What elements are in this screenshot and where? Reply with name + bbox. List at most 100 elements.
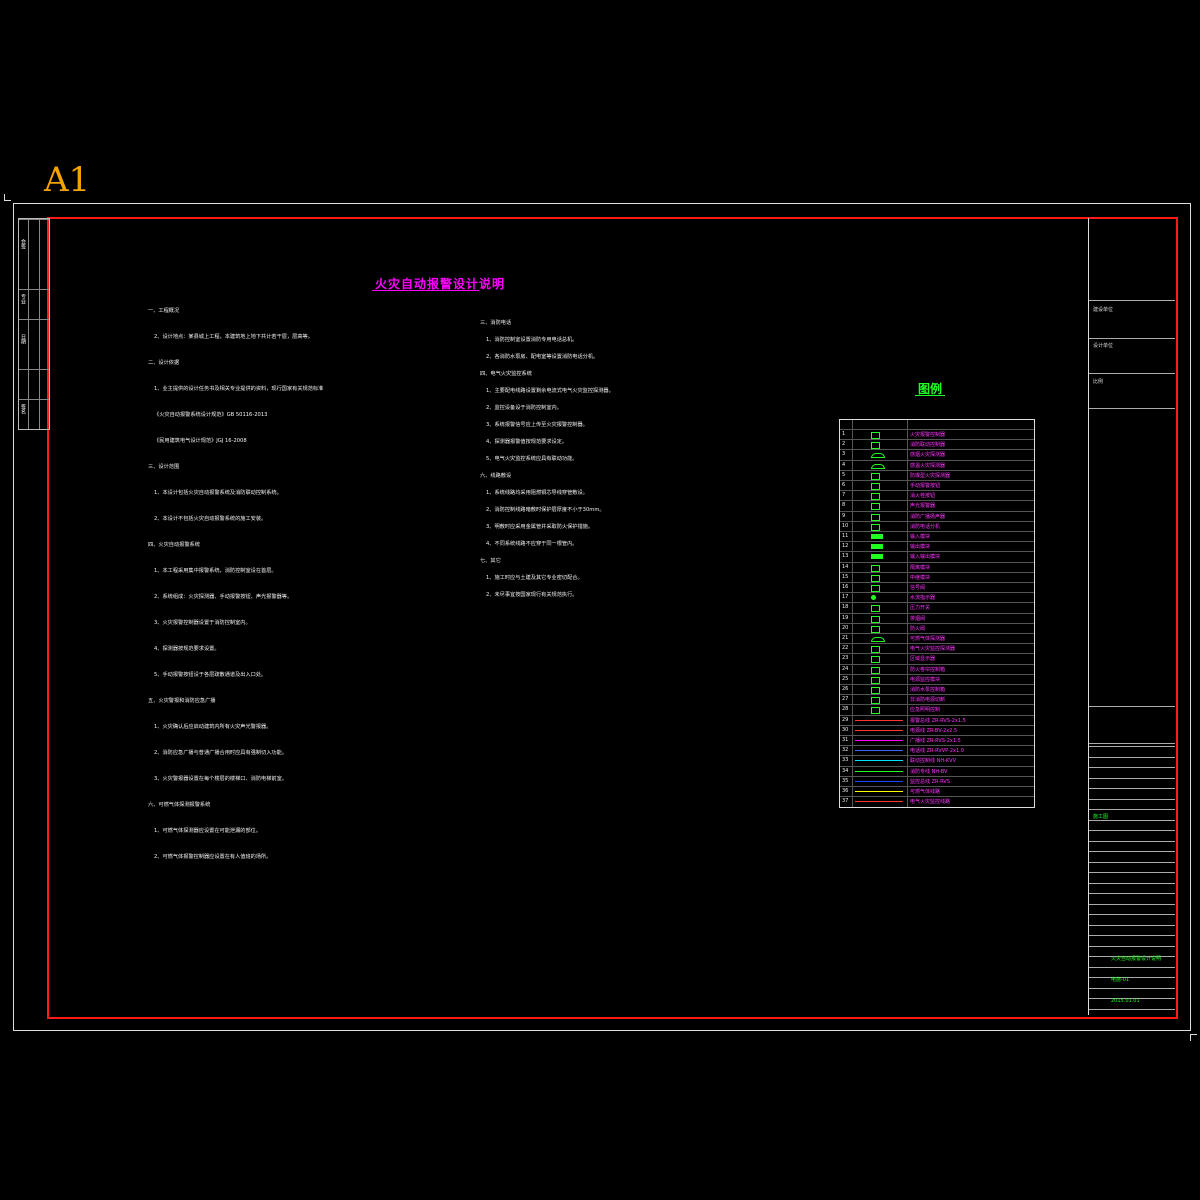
signoff-strip: 会签 专业 日期 签名 (18, 218, 50, 430)
legend-symbol-icon (871, 564, 880, 572)
legend-number: 4 (842, 461, 846, 468)
legend-row: 24 防火卷帘控制箱 (840, 663, 1034, 675)
legend-row: 17 水流指示器 (840, 592, 1034, 603)
legend-row: 6 手动报警按钮 (840, 480, 1034, 491)
note-line: 四、电气火灾监控系统 (480, 371, 532, 377)
legend-row: 36 可燃气体线路 (840, 786, 1034, 797)
note-line: 1、本设计包括火灾自动报警系统及消防联动控制系统。 (154, 490, 282, 496)
legend-symbol-icon (871, 432, 880, 439)
legend-number: 16 (842, 584, 849, 590)
legend-number: 26 (842, 686, 849, 692)
note-line: 1、施工时应与土建及其它专业密切配合。 (486, 575, 583, 581)
legend-number: 15 (842, 573, 849, 580)
legend-description: 防火阀 (910, 625, 926, 632)
legend-description: 消防水泵控制箱 (910, 687, 946, 693)
legend-row: 15 中继模块 (840, 571, 1034, 583)
note-line: 1、本工程采用集中报警系统，消防控制室设在首层。 (154, 568, 277, 574)
legend-row: 4 感温火灾探测器 (840, 459, 1034, 471)
legend-row: 9 消防广播扬声器 (840, 510, 1034, 522)
legend-row: 37 电气火灾监控线路 (840, 796, 1034, 807)
legend-description: 非消防电源切断 (910, 697, 946, 704)
legend-description: 消火栓按钮 (910, 493, 936, 500)
note-line: 2、消防应急广播与普通广播合用时应具有强制切入功能。 (154, 750, 287, 756)
legend-number: 37 (842, 798, 849, 805)
legend-symbol-icon (871, 463, 885, 469)
corner-mark (4, 194, 11, 201)
legend-symbol-icon (871, 523, 880, 531)
legend-row: 30 电源线 ZR-BV-2x2.5 (840, 724, 1034, 736)
notes-column-1: 一、工程概况 2、设计地点：某县城上工程，本建筑地上地下共计若干层，层高等。 二、设… (148, 308, 448, 908)
legend-symbol-icon (871, 453, 885, 459)
legend-description: 电源线 ZR-BV-2x2.5 (910, 727, 958, 734)
legend-row: 35 监控总线 ZR-RVS (840, 775, 1034, 787)
legend-description: 排烟阀 (910, 615, 926, 622)
legend-description: 电话线 ZR-RVVP-2x1.0 (910, 748, 964, 755)
legend-description: 火灾报警控制器 (910, 432, 946, 438)
note-line: 1、火灾确认后应启动建筑内所有火灾声光警报器。 (154, 724, 272, 730)
legend-symbol-icon (855, 791, 903, 792)
stage-label: 施工图 (1093, 814, 1109, 820)
legend-symbol-icon (855, 729, 903, 731)
legend-symbol-icon (871, 697, 880, 705)
legend-number: 32 (842, 747, 849, 754)
legend-symbol-icon (871, 513, 880, 521)
legend-description: 感烟火灾探测器 (910, 452, 946, 459)
note-line: 5、手动报警按钮设于各层疏散通道及出入口处。 (154, 672, 267, 678)
legend-row: 26 消防水泵控制箱 (840, 684, 1034, 695)
legend-number: 9 (842, 512, 846, 519)
legend-description: 声光报警器 (910, 503, 936, 510)
strip-label: 会签 (20, 239, 26, 249)
note-line: 2、各消防水泵房、配电室等设置消防电话分机。 (486, 354, 599, 360)
note-line: 2、系统组成：火灾探测器、手动报警按钮、声光报警器等。 (154, 594, 293, 600)
note-line: 5、电气火灾监控系统应具有联动功能。 (486, 456, 578, 462)
legend-symbol-icon (871, 544, 883, 550)
note-line: 二、设计依据 (148, 360, 180, 366)
legend-number: 25 (842, 675, 849, 682)
note-line: 《火灾自动报警系统设计规范》GB 50116-2013 (154, 412, 268, 418)
note-line: 1、业主提供的设计任务书及相关专业提供的资料，现行国家有关规范标准 (154, 386, 324, 392)
legend-symbol-icon (871, 656, 880, 664)
legend-description: 可燃气体线路 (910, 789, 941, 795)
legend-description: 感温火灾探测器 (910, 462, 946, 469)
legend-description: 监控总线 ZR-RVS (910, 778, 950, 785)
legend-symbol-icon (871, 503, 880, 511)
legend-table: 1 火灾报警控制器 2 消防联动控制器 3 感烟火灾探测器 4 感温火灾探测器 5 防爆型火灾探测… (839, 419, 1035, 808)
legend-number: 6 (842, 482, 846, 488)
legend-number: 23 (842, 655, 849, 662)
legend-row: 19 排烟阀 (840, 612, 1034, 624)
legend-symbol-icon (855, 760, 903, 762)
legend-symbol-icon (871, 625, 880, 633)
legend-description: 隔离模块 (910, 564, 931, 571)
legend-symbol-icon (871, 554, 883, 560)
legend-underline (915, 395, 945, 396)
legend-row: 23 区域显示器 (840, 653, 1034, 664)
legend-number: 3 (842, 451, 846, 458)
legend-description: 电气火灾监控线路 (910, 799, 951, 806)
legend-description: 应急照明控制 (910, 707, 941, 714)
legend-symbol-icon (871, 666, 880, 674)
project-label: 建设单位 (1093, 307, 1114, 313)
legend-row: 28 应急照明控制 (840, 704, 1034, 715)
legend-description: 输入模块 (910, 534, 931, 540)
legend-symbol-icon (871, 615, 880, 623)
strip-label: 签名 (20, 404, 26, 414)
legend-description: 输入输出模块 (910, 554, 941, 561)
legend-symbol-icon (871, 646, 880, 654)
note-line: 4、探测器按规范要求设置。 (154, 646, 220, 652)
design-label: 设计单位 (1093, 343, 1114, 349)
legend-symbol-icon (855, 780, 903, 782)
note-line: 2、可燃气体报警控制器应设置在有人值班的场所。 (154, 854, 272, 860)
legend-number: 2 (842, 441, 846, 448)
legend-number: 13 (842, 553, 849, 560)
legend-row: 7 消火栓按钮 (840, 490, 1034, 501)
legend-row: 1 火灾报警控制器 (840, 429, 1034, 440)
legend-number: 5 (842, 471, 846, 478)
legend-row: 2 消防联动控制器 (840, 439, 1034, 450)
legend-number: 29 (842, 716, 849, 723)
legend-symbol-icon (871, 605, 880, 613)
legend-number: 30 (842, 726, 849, 733)
legend-symbol-icon (871, 534, 883, 539)
legend-symbol-icon (855, 750, 903, 752)
legend-number: 35 (842, 777, 849, 784)
note-line: 三、设计范围 (148, 464, 180, 470)
